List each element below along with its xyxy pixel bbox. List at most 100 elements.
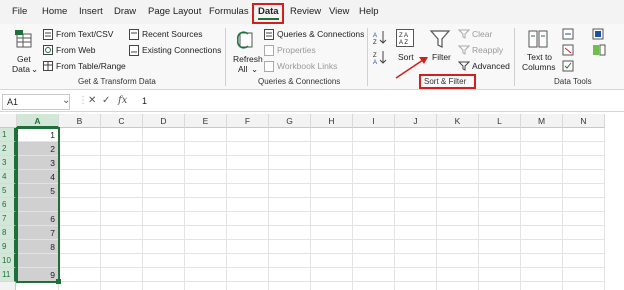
cell[interactable] <box>269 184 311 198</box>
cell[interactable] <box>269 156 311 170</box>
cell[interactable] <box>521 142 563 156</box>
cell[interactable] <box>101 170 143 184</box>
tab-formulas[interactable]: Formulas <box>209 6 249 17</box>
cell[interactable] <box>479 128 521 142</box>
cell[interactable] <box>353 226 395 240</box>
formula-input[interactable]: 1 <box>142 96 147 106</box>
cell[interactable] <box>311 184 353 198</box>
cell[interactable] <box>59 170 101 184</box>
cell[interactable] <box>185 156 227 170</box>
cell[interactable] <box>101 198 143 212</box>
column-header[interactable]: K <box>437 114 479 128</box>
cell[interactable] <box>311 240 353 254</box>
cell[interactable] <box>311 198 353 212</box>
cell[interactable] <box>563 156 605 170</box>
cell[interactable] <box>143 198 185 212</box>
cell[interactable] <box>353 128 395 142</box>
cell[interactable] <box>143 128 185 142</box>
row-header[interactable] <box>0 282 16 290</box>
cancel-icon[interactable]: ✕ <box>88 95 96 106</box>
cell[interactable] <box>563 142 605 156</box>
cell[interactable] <box>437 268 479 282</box>
refresh-all-label-1[interactable]: Refresh <box>233 54 263 64</box>
cell[interactable] <box>479 184 521 198</box>
cell[interactable] <box>269 142 311 156</box>
cell[interactable]: 9 <box>17 268 59 282</box>
column-header[interactable]: N <box>563 114 605 128</box>
select-all-corner[interactable] <box>0 114 17 128</box>
cell[interactable] <box>17 198 59 212</box>
cell[interactable] <box>311 156 353 170</box>
cell[interactable] <box>185 240 227 254</box>
cell[interactable] <box>563 212 605 226</box>
cell[interactable] <box>479 142 521 156</box>
cell[interactable] <box>143 212 185 226</box>
row-header[interactable]: 7 <box>0 212 16 226</box>
cell[interactable] <box>395 226 437 240</box>
cell[interactable]: 7 <box>17 226 59 240</box>
tab-view[interactable]: View <box>329 6 349 17</box>
cell[interactable] <box>59 268 101 282</box>
tab-review[interactable]: Review <box>290 6 321 17</box>
cell[interactable] <box>185 282 227 290</box>
cell[interactable] <box>59 184 101 198</box>
cell[interactable] <box>563 170 605 184</box>
worksheet-grid[interactable]: A B C D E F G H I J K L M N 1 1 2 2 3 3 4 4 5 5 6 7 6 8 7 9 8 10 11 9 <box>0 114 624 290</box>
cell[interactable] <box>437 156 479 170</box>
tab-help[interactable]: Help <box>359 6 379 17</box>
cell[interactable]: 4 <box>17 170 59 184</box>
cell[interactable] <box>143 268 185 282</box>
get-data-label-1[interactable]: Get <box>17 54 31 64</box>
cell[interactable] <box>101 156 143 170</box>
cell[interactable] <box>311 128 353 142</box>
sort-ascending-icon[interactable]: AZ <box>373 30 387 46</box>
chevron-down-icon[interactable]: ⌄ <box>31 64 38 74</box>
cell[interactable] <box>353 198 395 212</box>
cell[interactable] <box>395 212 437 226</box>
cell[interactable] <box>143 226 185 240</box>
cell[interactable] <box>353 268 395 282</box>
sort-icon[interactable]: Z AA Z <box>395 28 415 50</box>
cell[interactable] <box>101 184 143 198</box>
cell[interactable] <box>185 198 227 212</box>
cell[interactable] <box>521 226 563 240</box>
column-header[interactable]: C <box>101 114 143 128</box>
cell[interactable] <box>269 268 311 282</box>
cell[interactable] <box>563 282 605 290</box>
column-header[interactable]: B <box>59 114 101 128</box>
refresh-icon[interactable] <box>234 28 256 52</box>
cell[interactable] <box>521 268 563 282</box>
row-header[interactable]: 5 <box>0 184 16 198</box>
cell[interactable] <box>185 212 227 226</box>
column-header[interactable]: G <box>269 114 311 128</box>
cell[interactable] <box>521 254 563 268</box>
cell[interactable] <box>353 170 395 184</box>
cell[interactable] <box>59 282 101 290</box>
text-to-columns-label-2[interactable]: Columns <box>522 62 556 72</box>
cell[interactable] <box>395 198 437 212</box>
row-header[interactable]: 8 <box>0 226 16 240</box>
cell[interactable] <box>521 282 563 290</box>
cell[interactable] <box>227 156 269 170</box>
relationships-icon[interactable] <box>592 44 606 58</box>
cell[interactable] <box>227 254 269 268</box>
confirm-icon[interactable]: ✓ <box>102 95 110 106</box>
column-header[interactable]: M <box>521 114 563 128</box>
cell[interactable] <box>143 142 185 156</box>
column-header[interactable]: D <box>143 114 185 128</box>
cell[interactable] <box>563 254 605 268</box>
cell[interactable] <box>437 128 479 142</box>
cell[interactable] <box>227 198 269 212</box>
remove-duplicates-icon[interactable] <box>562 44 574 58</box>
existing-connections-button[interactable]: Existing Connections <box>142 45 221 55</box>
row-header[interactable]: 1 <box>0 128 16 142</box>
column-header[interactable]: J <box>395 114 437 128</box>
cell[interactable] <box>59 240 101 254</box>
cell[interactable] <box>563 128 605 142</box>
cell[interactable] <box>479 212 521 226</box>
recent-sources-button[interactable]: Recent Sources <box>142 29 202 39</box>
cell[interactable] <box>269 170 311 184</box>
cell[interactable] <box>395 268 437 282</box>
cell[interactable] <box>227 240 269 254</box>
cell[interactable] <box>311 212 353 226</box>
